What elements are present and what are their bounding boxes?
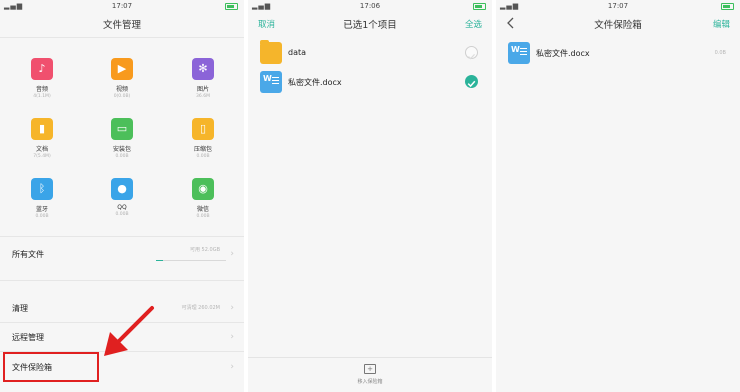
row-label: 清理 — [12, 304, 28, 313]
category-size: 0.00B — [115, 212, 129, 217]
select-files-screen: ▂▄▆ 17:06 取消 已选1个项目 全选 data W 私密文件.docx … — [248, 0, 492, 392]
storage-usage-fill — [156, 260, 163, 261]
file-manager-screen: ▂▄▆ 17:07 文件管理 ♪ 音频 4(1.1M) ▶ 视频 0(0.0B)… — [0, 0, 244, 392]
category-label: 安装包 — [112, 146, 131, 153]
category-size: 0.00B — [196, 154, 210, 159]
file-row-docx[interactable]: W 私密文件.docx — [248, 67, 492, 97]
category-label: 文档 — [35, 146, 48, 153]
all-files-row[interactable]: 所有文件 可用 52.0GB › — [0, 240, 244, 268]
category-label: 视频 — [115, 86, 128, 93]
category-label: 压缩包 — [193, 146, 212, 153]
category-size: 4(1.1M) — [33, 94, 51, 99]
chevron-right-icon: › — [230, 249, 234, 259]
category-size: 0.00B — [35, 214, 49, 219]
row-label: 所有文件 — [12, 250, 44, 259]
title-bar: 文件保险箱 编辑 — [496, 12, 740, 36]
divider — [0, 37, 244, 38]
page-title: 文件保险箱 — [594, 20, 642, 31]
chevron-right-icon: › — [230, 332, 234, 342]
divider — [0, 280, 244, 281]
move-to-safe-label[interactable]: 移入保险箱 — [248, 378, 492, 385]
category-wechat[interactable]: ◉ 微信 0.00B — [171, 178, 235, 230]
title-bar: 取消 已选1个项目 全选 — [248, 12, 492, 36]
status-time: 17:07 — [607, 2, 629, 10]
checkbox-unchecked[interactable] — [465, 46, 478, 60]
zip-icon: ▯ — [192, 118, 214, 140]
status-bar: ▂▄▆ 17:07 — [496, 0, 740, 12]
battery-icon — [721, 3, 734, 10]
page-title: 文件管理 — [102, 20, 141, 31]
category-bluetooth[interactable]: ᛒ 蓝牙 0.00B — [10, 178, 74, 230]
status-time: 17:06 — [359, 2, 381, 10]
file-row-docx[interactable]: W 私密文件.docx 0.0B — [496, 38, 740, 68]
flower-icon: ✻ — [192, 58, 214, 80]
category-size: 7(5.4M) — [33, 154, 51, 159]
category-video[interactable]: ▶ 视频 0(0.0B) — [90, 58, 154, 110]
file-safe-screen: ▂▄▆ 17:07 文件保险箱 编辑 W 私密文件.docx 0.0B — [496, 0, 740, 392]
highlight-box — [3, 352, 99, 382]
category-documents[interactable]: ▮ 文档 7(5.4M) — [10, 118, 74, 170]
file-name: data — [288, 48, 307, 57]
move-to-safe-icon[interactable]: + — [364, 364, 376, 374]
bars-icon: ▮ — [31, 118, 53, 140]
battery-icon — [225, 3, 238, 10]
storage-usage-bar — [156, 260, 226, 261]
category-grid: ♪ 音频 4(1.1M) ▶ 视频 0(0.0B) ✻ 图片 36.6M ▮ 文… — [0, 52, 244, 228]
chevron-right-icon: › — [230, 303, 234, 313]
category-qq[interactable]: ● QQ 0.00B — [90, 178, 154, 230]
category-label: 音频 — [35, 86, 48, 93]
category-size: 0.00B — [196, 214, 210, 219]
file-name: 私密文件.docx — [288, 78, 342, 87]
music-icon: ♪ — [31, 58, 53, 80]
storage-available: 可用 52.0GB — [189, 247, 220, 253]
word-document-icon: W — [508, 42, 530, 64]
select-all-button[interactable]: 全选 — [465, 18, 482, 30]
status-bar: ▂▄▆ 17:06 — [248, 0, 492, 12]
title-bar: 文件管理 — [0, 12, 244, 36]
file-size: 0.0B — [714, 50, 726, 56]
word-document-icon: W — [260, 71, 282, 93]
bottom-action-bar: + 移入保险箱 — [248, 357, 492, 392]
wechat-icon: ◉ — [192, 178, 214, 200]
status-time: 17:07 — [111, 2, 133, 10]
category-size: 36.6M — [196, 94, 210, 99]
bluetooth-icon: ᛒ — [31, 178, 53, 200]
play-icon: ▶ — [111, 58, 133, 80]
edit-button[interactable]: 编辑 — [713, 18, 730, 30]
category-size: 0.00B — [115, 154, 129, 159]
category-label: 图片 — [196, 86, 209, 93]
android-icon: ▭ — [111, 118, 133, 140]
category-label: QQ — [117, 204, 127, 211]
category-label: 微信 — [196, 206, 209, 213]
chevron-right-icon: › — [230, 362, 234, 372]
checkbox-checked[interactable] — [465, 75, 478, 88]
category-apk[interactable]: ▭ 安装包 0.00B — [90, 118, 154, 170]
battery-icon — [473, 3, 486, 10]
qq-icon: ● — [111, 178, 133, 200]
folder-icon — [260, 40, 282, 64]
clean-size: 可清理 260.02M — [181, 305, 220, 311]
page-title: 已选1个项目 — [343, 20, 397, 31]
category-label: 蓝牙 — [35, 206, 48, 213]
divider — [0, 236, 244, 237]
category-archives[interactable]: ▯ 压缩包 0.00B — [171, 118, 235, 170]
pointer-arrow — [104, 306, 154, 356]
file-name: 私密文件.docx — [536, 49, 590, 58]
status-bar: ▂▄▆ 17:07 — [0, 0, 244, 12]
category-audio[interactable]: ♪ 音频 4(1.1M) — [10, 58, 74, 110]
category-size: 0(0.0B) — [113, 94, 131, 99]
row-label: 远程管理 — [12, 333, 44, 342]
file-row-data[interactable]: data — [248, 38, 492, 68]
category-images[interactable]: ✻ 图片 36.6M — [171, 58, 235, 110]
